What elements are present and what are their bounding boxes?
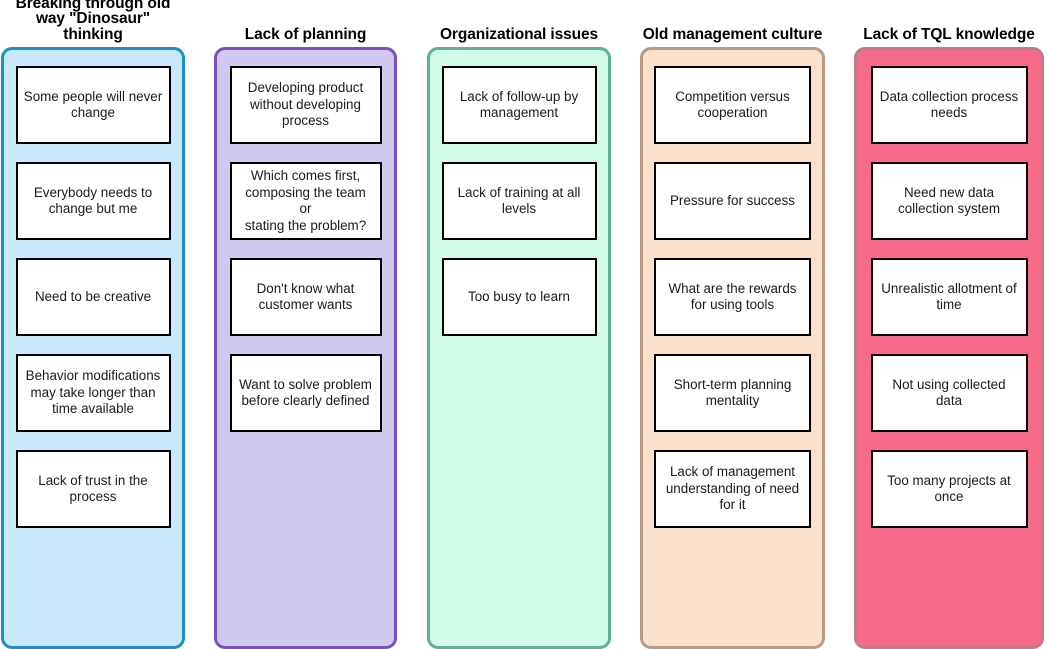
affinity-column-organizational-issues: Organizational issues Lack of follow-up b…: [427, 0, 611, 649]
affinity-card[interactable]: Lack of follow-up by management: [441, 66, 597, 144]
affinity-card[interactable]: Which comes first, composing the team or…: [229, 162, 382, 240]
affinity-card[interactable]: Pressure for success: [654, 162, 811, 240]
column-body-breaking-through-old-thinking: Some people will never change Everybody n…: [1, 47, 185, 649]
column-body-lack-of-planning: Developing product without developing pr…: [214, 47, 397, 649]
affinity-card[interactable]: Want to solve problem before clearly def…: [229, 354, 382, 432]
affinity-card[interactable]: Need new data collection system: [870, 162, 1028, 240]
affinity-card[interactable]: What are the rewards for using tools: [654, 258, 811, 336]
affinity-card[interactable]: Competition versus cooperation: [654, 66, 811, 144]
affinity-card[interactable]: Lack of management understanding of need…: [654, 450, 811, 528]
column-body-lack-of-tql-knowledge: Data collection process needs Need new da…: [854, 47, 1044, 649]
column-header-organizational-issues: Organizational issues: [439, 25, 599, 43]
affinity-card[interactable]: Too many projects at once: [870, 450, 1028, 528]
column-body-old-management-culture: Competition versus cooperation Pressure f…: [640, 47, 825, 649]
affinity-card[interactable]: Data collection process needs: [870, 66, 1028, 144]
column-header-old-management-culture: Old management culture: [642, 25, 823, 43]
affinity-column-lack-of-tql-knowledge: Lack of TQL knowledge Data collection pro…: [854, 0, 1044, 649]
column-body-organizational-issues: Lack of follow-up by management Lack of t…: [427, 47, 611, 649]
affinity-column-lack-of-planning: Lack of planning Developing product witho…: [214, 0, 397, 649]
affinity-card[interactable]: Don't know what customer wants: [229, 258, 382, 336]
column-header-lack-of-tql-knowledge: Lack of TQL knowledge: [863, 25, 1035, 43]
column-header-breaking-through-old-thinking: Breaking through old way "Dinosaur" thin…: [15, 0, 171, 43]
affinity-card[interactable]: Everybody needs to change but me: [15, 162, 171, 240]
affinity-card[interactable]: Some people will never change: [15, 66, 171, 144]
affinity-card[interactable]: Lack of training at all levels: [441, 162, 597, 240]
affinity-card[interactable]: Behavior modifications may take longer t…: [15, 354, 171, 432]
affinity-card[interactable]: Short-term planning mentality: [654, 354, 811, 432]
column-header-lack-of-planning: Lack of planning: [244, 25, 367, 43]
affinity-card[interactable]: Too busy to learn: [441, 258, 597, 336]
affinity-column-old-management-culture: Old management culture Competition versus…: [640, 0, 825, 649]
affinity-column-breaking-through-old-thinking: Breaking through old way "Dinosaur" thin…: [1, 0, 185, 649]
affinity-card[interactable]: Developing product without developing pr…: [229, 66, 382, 144]
affinity-card[interactable]: Not using collected data: [870, 354, 1028, 432]
affinity-card[interactable]: Unrealistic allotment of time: [870, 258, 1028, 336]
affinity-card[interactable]: Lack of trust in the process: [15, 450, 171, 528]
affinity-diagram-board: Breaking through old way "Dinosaur" thin…: [0, 0, 1049, 649]
affinity-card[interactable]: Need to be creative: [15, 258, 171, 336]
